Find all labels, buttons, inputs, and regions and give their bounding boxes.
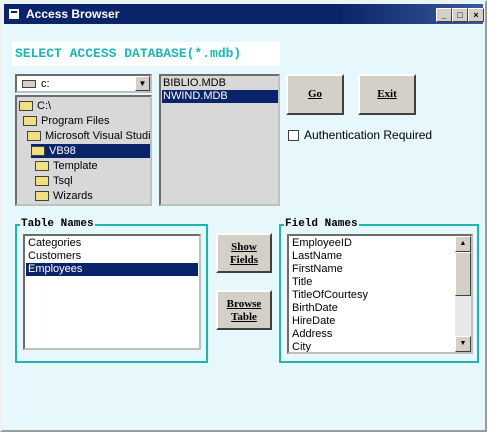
open-folder-icon — [31, 146, 45, 157]
file-item-nwind[interactable]: NWIND.MDB — [162, 90, 278, 103]
field-names-legend: Field Names — [284, 218, 359, 230]
browse-table-button[interactable]: Browse Table — [216, 290, 272, 330]
minimize-button[interactable]: _ — [436, 8, 452, 22]
table-names-legend: Table Names — [20, 218, 95, 230]
authentication-checkbox[interactable] — [288, 130, 299, 141]
field-item[interactable]: HireDate — [290, 315, 335, 328]
dir-label: Tsql — [53, 175, 73, 187]
dir-item-c[interactable]: C:\ — [19, 99, 51, 113]
show-fields-button[interactable]: Show Fields — [216, 233, 272, 273]
dir-item-vb98[interactable]: VB98 — [31, 144, 150, 158]
app-icon — [9, 9, 19, 19]
drive-value: c: — [41, 78, 50, 90]
file-item-biblio[interactable]: BIBLIO.MDB — [162, 77, 278, 90]
scroll-up-icon[interactable]: ▲ — [455, 236, 471, 252]
field-item[interactable]: City — [290, 341, 311, 352]
field-item[interactable]: BirthDate — [290, 302, 338, 315]
field-names-frame: Field Names EmployeeID LastName FirstNam… — [279, 218, 479, 363]
dir-label: C:\ — [37, 100, 52, 112]
access-browser-window: Access Browser _ □ × SELECT ACCESS DATAB… — [0, 0, 487, 432]
table-names-list[interactable]: Categories Customers Employees — [23, 234, 201, 350]
table-item-customers[interactable]: Customers — [26, 250, 198, 263]
close-button[interactable]: × — [468, 8, 484, 22]
show-fields-label-2: Fields — [229, 254, 259, 266]
go-button[interactable]: Go — [286, 74, 344, 115]
maximize-button[interactable]: □ — [452, 8, 468, 22]
folder-icon — [35, 191, 49, 202]
dir-label: VB98 — [49, 145, 76, 157]
dir-item-tsql[interactable]: Tsql — [35, 174, 73, 188]
title-bar[interactable]: Access Browser _ □ × — [4, 4, 484, 24]
authentication-label: Authentication Required — [304, 128, 433, 142]
drive-icon — [22, 80, 36, 88]
exit-button[interactable]: Exit — [358, 74, 416, 115]
table-item-categories[interactable]: Categories — [26, 237, 198, 250]
field-item[interactable]: FirstName — [290, 263, 343, 276]
open-folder-icon — [23, 116, 37, 127]
field-item[interactable]: Address — [290, 328, 332, 341]
field-list-scrollbar[interactable]: ▲ ▼ — [455, 236, 471, 352]
dir-item-template[interactable]: Template — [35, 159, 98, 173]
folder-icon — [35, 176, 49, 187]
show-fields-label-1: Show — [231, 241, 257, 253]
window-title: Access Browser — [26, 7, 120, 21]
dir-item-program-files[interactable]: Program Files — [23, 114, 109, 128]
drive-combo[interactable]: c: ▼ — [15, 74, 152, 93]
browse-table-label-2: Table — [231, 311, 257, 323]
dir-label: Wizards — [53, 190, 93, 202]
table-names-frame: Table Names Categories Customers Employe… — [15, 218, 208, 363]
directory-list[interactable]: C:\ Program Files Microsoft Visual Studi… — [15, 95, 152, 206]
dir-item-visual-studio[interactable]: Microsoft Visual Studio — [27, 129, 152, 143]
browse-table-label-1: Browse — [226, 298, 262, 310]
chevron-down-icon[interactable]: ▼ — [135, 76, 150, 91]
dir-item-wizards[interactable]: Wizards — [35, 189, 93, 203]
scroll-thumb[interactable] — [455, 252, 471, 296]
dir-label: Microsoft Visual Studio — [45, 130, 152, 142]
dir-label: Program Files — [41, 115, 110, 127]
open-folder-icon — [27, 131, 41, 142]
file-list[interactable]: BIBLIO.MDB NWIND.MDB — [159, 74, 280, 206]
dir-label: Template — [53, 160, 98, 172]
field-names-list[interactable]: EmployeeID LastName FirstName Title Titl… — [287, 234, 473, 354]
open-folder-icon — [19, 101, 33, 112]
field-item[interactable]: Title — [290, 276, 312, 289]
field-item[interactable]: TitleOfCourtesy — [290, 289, 368, 302]
page-title: SELECT ACCESS DATABASE(*.mdb) — [12, 42, 280, 66]
scroll-down-icon[interactable]: ▼ — [455, 336, 471, 352]
field-item[interactable]: EmployeeID — [290, 237, 352, 250]
field-item[interactable]: LastName — [290, 250, 342, 263]
table-item-employees[interactable]: Employees — [26, 263, 198, 276]
folder-icon — [35, 161, 49, 172]
